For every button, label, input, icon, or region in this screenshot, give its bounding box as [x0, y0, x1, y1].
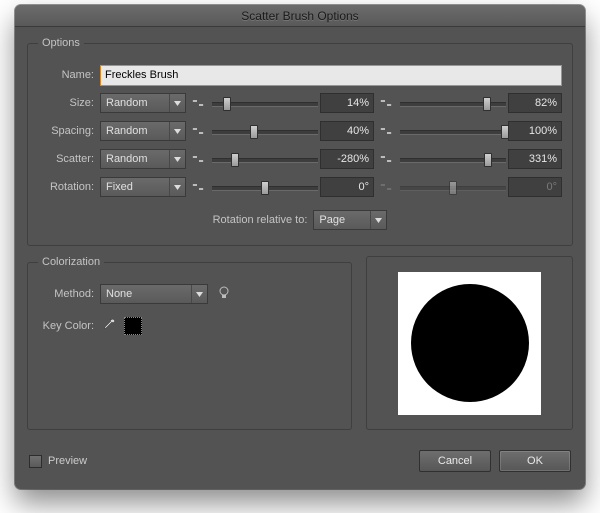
brush-shape-circle: [411, 284, 529, 402]
rotation-min-value[interactable]: [320, 177, 374, 197]
chevron-down-icon: [370, 211, 386, 229]
scatter-min-slider[interactable]: [212, 150, 318, 168]
spacing-mode-value: Random: [106, 125, 148, 137]
window-title: Scatter Brush Options: [15, 5, 585, 27]
chevron-down-icon: [169, 94, 185, 112]
colorization-group: Colorization Method: None Key Color:: [27, 256, 352, 430]
name-label: Name:: [38, 69, 94, 81]
chevron-down-icon: [169, 150, 185, 168]
scatter-min-value[interactable]: [320, 149, 374, 169]
size-label: Size:: [38, 97, 94, 109]
link-icon[interactable]: [378, 151, 394, 167]
ok-button[interactable]: OK: [499, 450, 571, 472]
cancel-button-label: Cancel: [438, 455, 472, 467]
rotation-max-value: [508, 177, 562, 197]
brush-preview: [398, 272, 541, 415]
spacing-mode-dropdown[interactable]: Random: [100, 121, 186, 141]
size-max-slider[interactable]: [400, 94, 506, 112]
scatter-max-slider[interactable]: [400, 150, 506, 168]
size-mode-value: Random: [106, 97, 148, 109]
brush-preview-pane: [366, 256, 573, 430]
size-min-slider[interactable]: [212, 94, 318, 112]
rotation-relative-value: Page: [319, 214, 345, 226]
rotation-mode-value: Fixed: [106, 181, 133, 193]
method-value: None: [106, 288, 132, 300]
colorization-legend: Colorization: [38, 256, 104, 268]
link-icon: [378, 179, 394, 195]
options-legend: Options: [38, 37, 84, 49]
spacing-min-value[interactable]: [320, 121, 374, 141]
rotation-min-slider[interactable]: [212, 178, 318, 196]
preview-checkbox-label: Preview: [48, 455, 87, 467]
spacing-min-slider[interactable]: [212, 122, 318, 140]
link-icon[interactable]: [190, 179, 206, 195]
link-icon[interactable]: [190, 95, 206, 111]
spacing-max-slider[interactable]: [400, 122, 506, 140]
rotation-relative-dropdown[interactable]: Page: [313, 210, 387, 230]
cancel-button[interactable]: Cancel: [419, 450, 491, 472]
scatter-label: Scatter:: [38, 153, 94, 165]
ok-button-label: OK: [527, 455, 543, 467]
rotation-max-slider: [400, 178, 506, 196]
size-max-value[interactable]: [508, 93, 562, 113]
link-icon[interactable]: [190, 123, 206, 139]
method-label: Method:: [38, 288, 94, 300]
chevron-down-icon: [191, 285, 207, 303]
rotation-label: Rotation:: [38, 181, 94, 193]
chevron-down-icon: [169, 178, 185, 196]
link-icon[interactable]: [190, 151, 206, 167]
eyedropper-icon[interactable]: [102, 318, 116, 335]
options-group: Options Name: Size: Random Spacing: Rand…: [27, 37, 573, 246]
key-color-swatch[interactable]: [124, 317, 142, 335]
brush-name-input[interactable]: [100, 65, 562, 86]
spacing-max-value[interactable]: [508, 121, 562, 141]
method-dropdown[interactable]: None: [100, 284, 208, 304]
scatter-mode-value: Random: [106, 153, 148, 165]
rotation-mode-dropdown[interactable]: Fixed: [100, 177, 186, 197]
spacing-label: Spacing:: [38, 125, 94, 137]
size-mode-dropdown[interactable]: Random: [100, 93, 186, 113]
dialog-footer: Preview Cancel OK: [15, 439, 585, 489]
link-icon[interactable]: [378, 123, 394, 139]
key-color-label: Key Color:: [38, 320, 94, 332]
lightbulb-icon[interactable]: [218, 286, 230, 303]
scatter-max-value[interactable]: [508, 149, 562, 169]
scatter-mode-dropdown[interactable]: Random: [100, 149, 186, 169]
preview-checkbox[interactable]: [29, 455, 42, 468]
link-icon[interactable]: [378, 95, 394, 111]
rotation-relative-label: Rotation relative to:: [213, 214, 308, 226]
size-min-value[interactable]: [320, 93, 374, 113]
dialog-window: Scatter Brush Options Options Name: Size…: [15, 5, 585, 489]
chevron-down-icon: [169, 122, 185, 140]
